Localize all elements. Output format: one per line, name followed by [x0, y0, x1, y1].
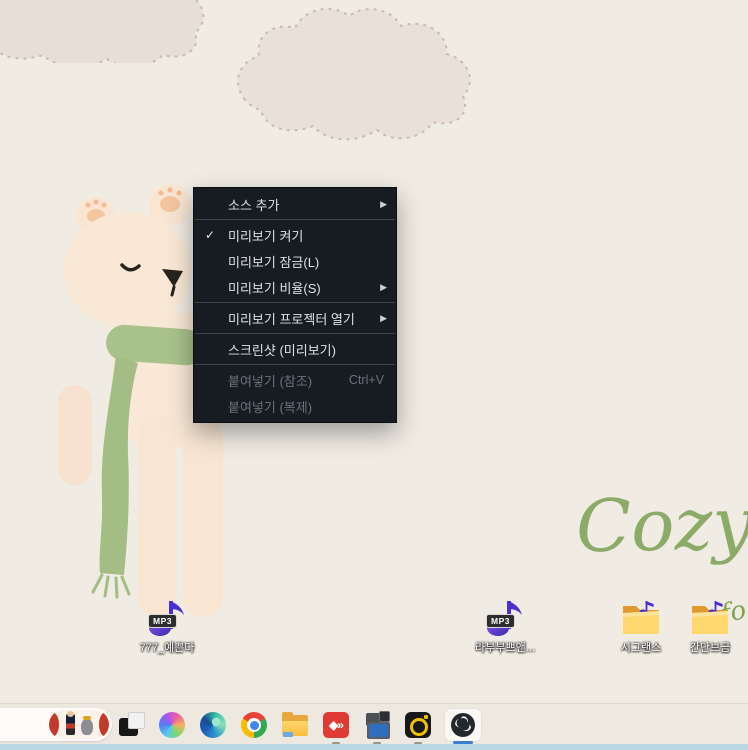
- menu-separator: [195, 302, 395, 303]
- submenu-arrow-icon: ▶: [380, 199, 388, 210]
- desktop-icon-folder-2[interactable]: 간단브금: [668, 598, 748, 655]
- monitor-screen-icon: [367, 722, 390, 739]
- shortcut-label: Ctrl+V: [349, 373, 388, 387]
- folder-accent-icon: [283, 732, 293, 737]
- menu-item-add-source[interactable]: 소스 추가 ▶: [194, 191, 396, 217]
- desktop-icon-mp3-1[interactable]: MP3 777_예쁜다: [125, 598, 209, 655]
- menu-item-preview-scaling[interactable]: 미리보기 비율(S) ▶: [194, 274, 396, 300]
- copilot-icon: [159, 712, 185, 738]
- bottom-edge-strip: [0, 744, 748, 750]
- music-folder-icon: [688, 598, 732, 638]
- obs-aperture-icon: [450, 712, 476, 738]
- taskbar-search-pill[interactable]: [0, 708, 112, 741]
- ocam-ring-icon: [405, 712, 431, 738]
- curtain-icon: [49, 712, 59, 737]
- menu-separator: [195, 364, 395, 365]
- desktop-icon-label: 라부부쁘앤...: [475, 639, 535, 655]
- edge-icon: [200, 712, 226, 738]
- checkmark-icon: ✓: [205, 228, 228, 242]
- menu-separator: [195, 219, 395, 220]
- light-square-icon: [128, 712, 145, 729]
- camera-lens-icon: [379, 711, 390, 722]
- taskbar-icon-capture-device[interactable]: [363, 711, 391, 739]
- mp3-note-icon: MP3: [145, 598, 189, 638]
- menu-item-paste-reference[interactable]: 붙여넣기 (참조) Ctrl+V: [194, 367, 396, 393]
- taskbar-icon-obs-studio[interactable]: [445, 709, 481, 741]
- wallpaper-script-text: Cozy H: [575, 480, 748, 569]
- taskbar-icon-file-explorer[interactable]: [281, 711, 309, 739]
- mp3-badge: MP3: [486, 614, 515, 628]
- taskbar-icon-edge[interactable]: [199, 711, 227, 739]
- desktop-icon-label: 777_예쁜다: [140, 639, 195, 655]
- desktop-icon-label: 시그랜스: [621, 639, 661, 655]
- mp3-badge: MP3: [148, 614, 177, 628]
- taskbar-icon-chrome[interactable]: [240, 711, 268, 739]
- menu-separator: [195, 333, 395, 334]
- taskbar-icon-copilot[interactable]: [158, 711, 186, 739]
- menu-item-screenshot-preview[interactable]: 스크린샷 (미리보기): [194, 336, 396, 362]
- desktop-icon-mp3-2[interactable]: MP3 라부부쁘앤...: [463, 598, 547, 655]
- red-diamond-arrows-icon: ◆»: [323, 712, 349, 738]
- curtain-icon: [99, 712, 109, 737]
- submenu-arrow-icon: ▶: [380, 282, 388, 293]
- taskbar: ◆»: [0, 703, 748, 745]
- menu-item-enable-preview[interactable]: ✓ 미리보기 켜기: [194, 222, 396, 248]
- taskbar-icon-ocam[interactable]: [404, 711, 432, 739]
- mouse-king-icon: [81, 719, 93, 735]
- obs-preview-context-menu: 소스 추가 ▶ ✓ 미리보기 켜기 미리보기 잠금(L) 미리보기 비율(S) …: [193, 187, 397, 423]
- cloud-decoration-left: [0, 0, 235, 63]
- cloud-decoration-center: [225, 2, 495, 147]
- taskbar-icon-squares-app[interactable]: [117, 711, 145, 739]
- menu-item-lock-preview[interactable]: 미리보기 잠금(L): [194, 248, 396, 274]
- menu-item-open-preview-projector[interactable]: 미리보기 프로젝터 열기 ▶: [194, 305, 396, 331]
- chrome-icon: [241, 712, 267, 738]
- taskbar-icon-red-media-app[interactable]: ◆»: [322, 711, 350, 739]
- nutcracker-icon: [66, 714, 75, 735]
- music-folder-icon: [619, 598, 663, 638]
- desktop-icon-label: 간단브금: [690, 639, 730, 655]
- mp3-note-icon: MP3: [483, 598, 527, 638]
- submenu-arrow-icon: ▶: [380, 313, 388, 324]
- menu-item-paste-duplicate[interactable]: 붙여넣기 (복제): [194, 393, 396, 419]
- start-button-nutcracker-doodle[interactable]: [49, 710, 109, 739]
